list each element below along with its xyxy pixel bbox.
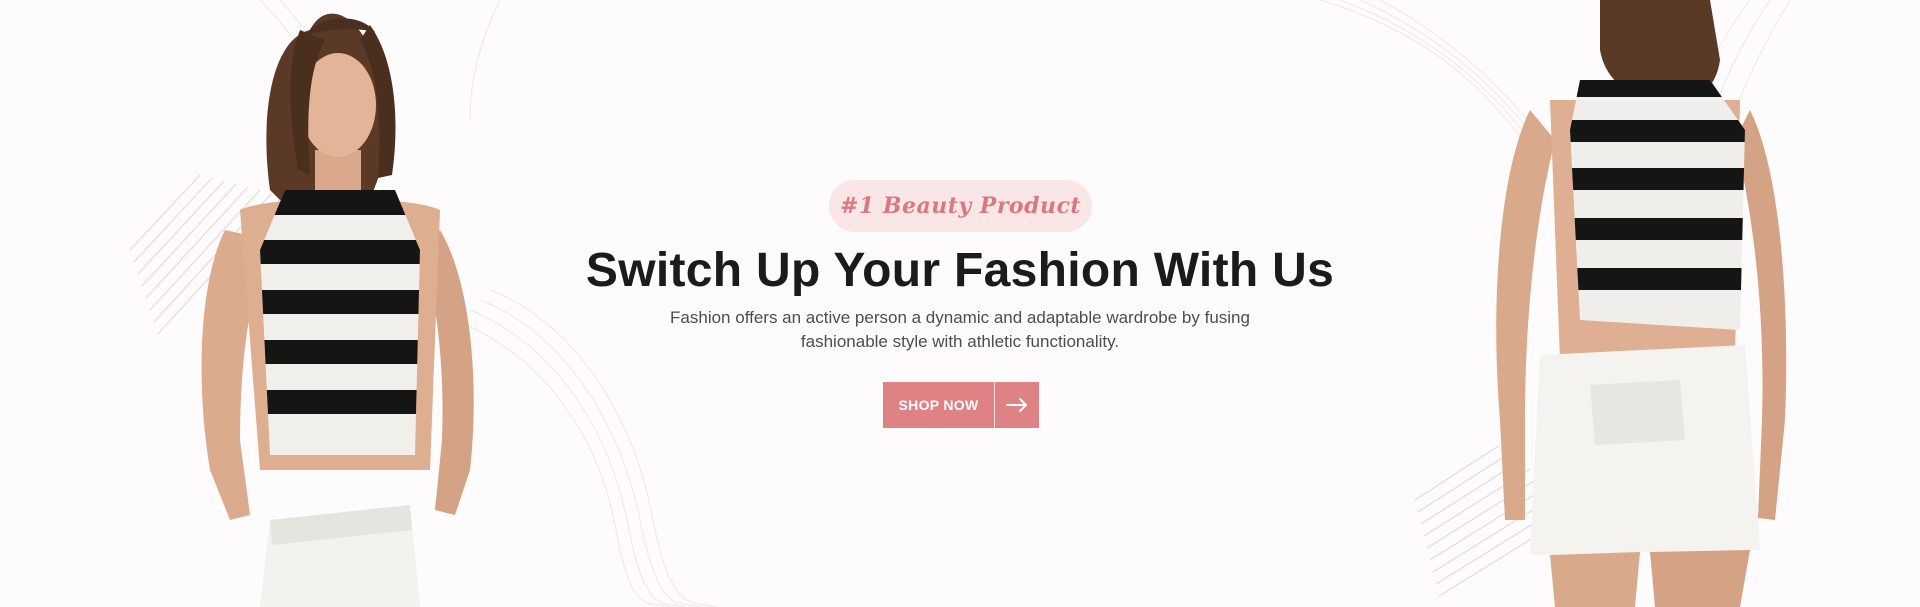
hero-subtitle-line-2: fashionable style with athletic function…	[800, 332, 1120, 351]
model-image-front	[201, 13, 474, 607]
arrow-right-icon	[995, 382, 1039, 428]
hero-subtitle-line-1: Fashion offers an active person a dynami…	[670, 308, 1250, 327]
promo-badge: #1 Beauty Product	[829, 180, 1092, 232]
hero-subtitle: Fashion offers an active person a dynami…	[630, 306, 1290, 354]
hero-title: Switch Up Your Fashion With Us	[585, 244, 1335, 297]
shop-now-label: SHOP NOW	[898, 397, 979, 413]
hero-banner: #1 Beauty Product Switch Up Your Fashion…	[0, 0, 1920, 607]
shop-now-button[interactable]: SHOP NOW	[883, 382, 1039, 428]
model-image-back	[1496, 0, 1787, 607]
